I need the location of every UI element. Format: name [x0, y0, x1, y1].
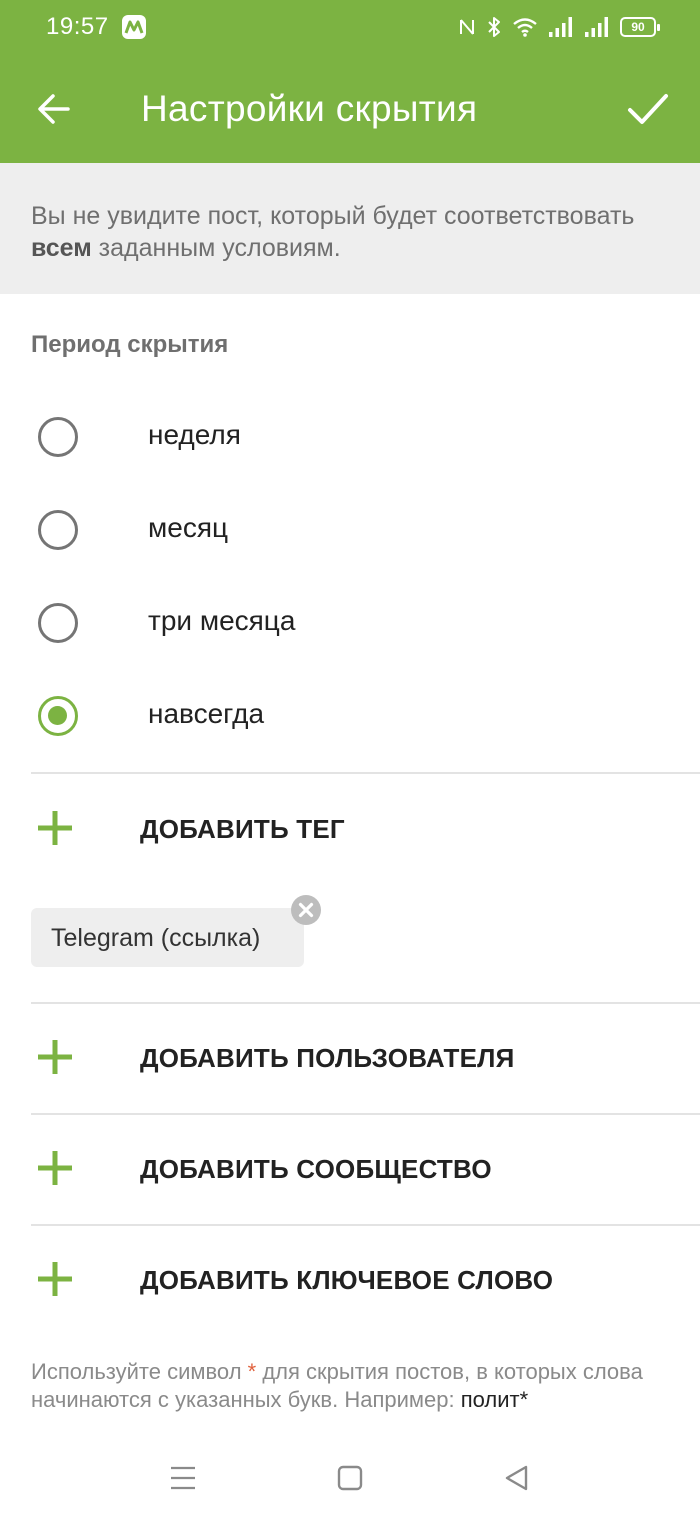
period-option-label: три месяца: [148, 605, 296, 636]
info-text-part: заданным условиям.: [91, 234, 341, 262]
status-bar: 19:57 90: [0, 0, 700, 56]
divider: [31, 1224, 700, 1226]
tag-chip: Telegram (ссылка): [31, 908, 304, 967]
plus-icon: [38, 1262, 72, 1296]
nfc-icon: [460, 19, 474, 35]
divider: [31, 1113, 700, 1115]
hide-settings-screen: 19:57 90 Настройки скрытия Вы не увидите…: [0, 0, 700, 1517]
status-time: 19:57: [46, 13, 109, 40]
header: 19:57 90 Настройки скрытия: [0, 0, 700, 163]
confirm-button[interactable]: [620, 81, 676, 137]
divider: [31, 772, 700, 774]
system-nav-bar: [0, 1440, 700, 1517]
hint-example: полит*: [460, 1387, 529, 1412]
plus-icon: [38, 811, 72, 845]
radio-button[interactable]: [38, 603, 78, 643]
add-keyword-label: ДОБАВИТЬ КЛЮЧЕВОЕ СЛОВО: [140, 1265, 554, 1295]
add-community-label: ДОБАВИТЬ СООБЩЕСТВО: [140, 1154, 492, 1184]
signal-icon: [549, 17, 572, 37]
app-bar: Настройки скрытия: [0, 56, 700, 163]
menu-icon[interactable]: [163, 1458, 203, 1498]
check-icon: [628, 94, 668, 124]
info-text: Вы не увидите пост, который будет соотве…: [31, 200, 671, 264]
hint-star: *: [247, 1359, 257, 1384]
plus-icon: [38, 1040, 72, 1074]
remove-tag-icon[interactable]: [290, 894, 322, 926]
back-nav-icon[interactable]: [497, 1458, 537, 1498]
arrow-left-icon: [38, 94, 70, 124]
add-keyword-button[interactable]: ДОБАВИТЬ КЛЮЧЕВОЕ СЛОВО: [0, 1241, 700, 1321]
battery-icon: 90: [620, 17, 660, 37]
status-icons: 90: [458, 14, 660, 40]
period-option-three-months[interactable]: три месяца: [0, 577, 700, 670]
period-option-forever[interactable]: навсегда: [0, 670, 700, 763]
divider: [31, 1002, 700, 1004]
back-button[interactable]: [26, 81, 82, 137]
period-option-label: неделя: [148, 419, 241, 450]
info-text-part: Вы не увидите пост, который будет соотве…: [31, 202, 635, 230]
wifi-icon: [513, 18, 537, 37]
period-option-label: навсегда: [148, 698, 265, 729]
period-option-label: месяц: [148, 512, 229, 543]
add-community-button[interactable]: ДОБАВИТЬ СООБЩЕСТВО: [0, 1130, 700, 1210]
radio-button-checked[interactable]: [38, 696, 78, 736]
period-option-week[interactable]: неделя: [0, 391, 700, 484]
keyword-hint: Используйте символ * для скрытия постов,…: [31, 1358, 681, 1414]
signal-icon: [585, 17, 608, 37]
period-section-title: Период скрытия: [31, 331, 229, 358]
tag-chip-label: Telegram (ссылка): [51, 924, 261, 952]
add-user-label: ДОБАВИТЬ ПОЛЬЗОВАТЕЛЯ: [140, 1043, 515, 1073]
page-title: Настройки скрытия: [141, 88, 478, 129]
hint-text: Используйте символ: [31, 1359, 248, 1384]
radio-button[interactable]: [38, 510, 78, 550]
period-option-month[interactable]: месяц: [0, 484, 700, 577]
add-tag-button[interactable]: ДОБАВИТЬ ТЕГ: [0, 790, 700, 870]
info-text-emphasis: всем: [31, 234, 92, 262]
home-icon[interactable]: [330, 1458, 370, 1498]
battery-level: 90: [631, 20, 645, 34]
plus-icon: [38, 1151, 72, 1185]
bluetooth-icon: [488, 17, 500, 37]
app-notification-icon: [122, 15, 146, 39]
add-tag-label: ДОБАВИТЬ ТЕГ: [140, 814, 345, 844]
info-banner: Вы не увидите пост, который будет соотве…: [0, 163, 700, 294]
radio-button[interactable]: [38, 417, 78, 457]
add-user-button[interactable]: ДОБАВИТЬ ПОЛЬЗОВАТЕЛЯ: [0, 1019, 700, 1099]
